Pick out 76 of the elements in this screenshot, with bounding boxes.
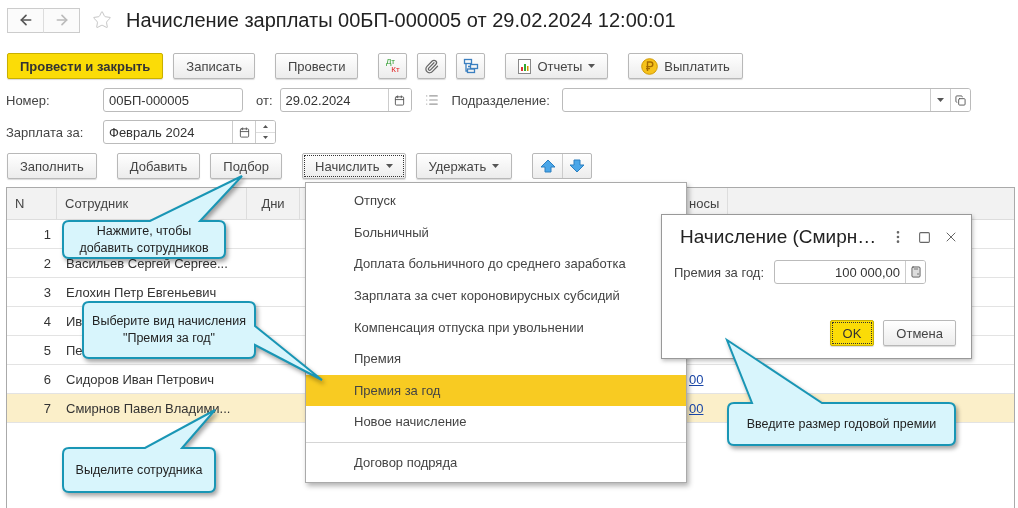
table-cell: Сидоров Иван Петрович (66, 371, 215, 387)
post-and-close-button[interactable]: Провести и закрыть (7, 53, 164, 79)
arrow-down-icon (569, 159, 586, 173)
paperclip-icon (424, 58, 440, 74)
table-cell: Смирнов Павел Владими... (66, 400, 231, 416)
calendar-button[interactable] (387, 89, 411, 111)
table-cell: 4 (43, 313, 51, 329)
calculator-button[interactable] (905, 261, 926, 283)
table-cell: Елохин Петр Евгеньевич (66, 284, 217, 300)
date-field[interactable]: 29.02.2024 (280, 89, 388, 111)
amount-input-group[interactable]: 100 000,00 (774, 260, 927, 284)
caret-icon (385, 164, 393, 168)
debit-credit-button[interactable]: Дт Кт (378, 53, 408, 79)
table-cell: 6 (43, 371, 51, 387)
table-toolbar-button[interactable]: Добавить (116, 153, 201, 179)
table-toolbar-button[interactable]: Заполнить (7, 153, 97, 179)
caret-up-icon (263, 124, 268, 128)
reports-button[interactable]: Отчеты (505, 53, 609, 79)
pay-button[interactable]: Выплатить (628, 53, 743, 79)
table-cell: Пе (66, 342, 83, 358)
period-field[interactable]: Февраль 2024 (104, 121, 232, 143)
dropdown-menu-button[interactable]: Начислить (302, 153, 406, 179)
toolbar-button[interactable]: Записать (173, 53, 255, 79)
table-cell: Васильев Сергей Сергее... (66, 255, 228, 271)
toolbar-button[interactable]: Провести (274, 53, 359, 79)
menu-item[interactable]: Отпуск (306, 185, 686, 217)
menu-item[interactable]: Договор подряда (306, 446, 686, 479)
column-header[interactable]: носы (689, 196, 720, 211)
dialog-title: Начисление (Смирн… (680, 226, 878, 248)
amount-field[interactable]: 100 000,00 (775, 261, 906, 283)
table-cell: Ив (66, 313, 83, 329)
table-cell: 3 (43, 284, 51, 300)
dropdown-menu-button[interactable]: Удержать (415, 153, 513, 179)
caret-down-icon (263, 136, 268, 140)
period-picker[interactable]: Февраль 2024 (103, 120, 276, 144)
ok-button[interactable]: OK (829, 320, 875, 346)
caret-icon (588, 64, 596, 68)
cancel-button[interactable]: Отмена (883, 320, 956, 346)
column-header[interactable]: Сотрудник (65, 196, 129, 211)
back-button[interactable] (7, 7, 44, 33)
table-toolbar-button[interactable]: Подбор (210, 153, 283, 179)
report-icon (518, 58, 532, 74)
caret-icon (492, 164, 500, 168)
amount-link[interactable]: 00 (686, 371, 707, 387)
calendar-icon (394, 94, 405, 106)
menu-item[interactable]: Новое начисление (306, 406, 686, 438)
arrow-up-icon (539, 159, 556, 173)
attach-button[interactable] (417, 53, 447, 79)
column-header[interactable]: N (15, 196, 25, 211)
field-label: Подразделение: (451, 92, 551, 108)
field-label: Номер: (6, 92, 51, 108)
favorite-star-icon[interactable] (92, 10, 112, 30)
structure-button[interactable] (456, 53, 486, 79)
callout-text: Выделите сотрудника (74, 461, 204, 479)
table-cell: 1 (43, 226, 51, 242)
callout-text: Выберите вид начисления "Премия за год" (91, 313, 247, 347)
field-label: Зарплата за: (6, 124, 85, 140)
table-cell: 7 (43, 400, 51, 416)
table-cell: 5 (43, 342, 51, 358)
field-label: от: (256, 92, 273, 108)
callout-text: Нажмите, чтобы добавить сотрудников (78, 222, 210, 257)
maximize-icon[interactable] (918, 230, 931, 244)
calendar-icon (238, 126, 250, 138)
structure-icon (462, 58, 479, 74)
amount-link[interactable]: 00 (686, 400, 707, 416)
menu-item[interactable]: Премия за год (306, 374, 686, 407)
calculator-icon (909, 266, 922, 278)
number-field[interactable]: 00БП-000005 (104, 89, 242, 111)
list-icon[interactable] (424, 93, 439, 107)
field-label: Премия за год: (674, 264, 765, 280)
column-header[interactable]: Дни (261, 196, 285, 211)
window-title: Начисление зарплаты 00БП-000005 от 29.02.2024 12:00:01 (126, 8, 676, 32)
table-cell: 2 (43, 255, 51, 271)
date-picker[interactable]: 29.02.2024 (279, 88, 412, 112)
callout-text: Введите размер годовой премии (745, 415, 938, 433)
coin-icon (641, 57, 659, 75)
